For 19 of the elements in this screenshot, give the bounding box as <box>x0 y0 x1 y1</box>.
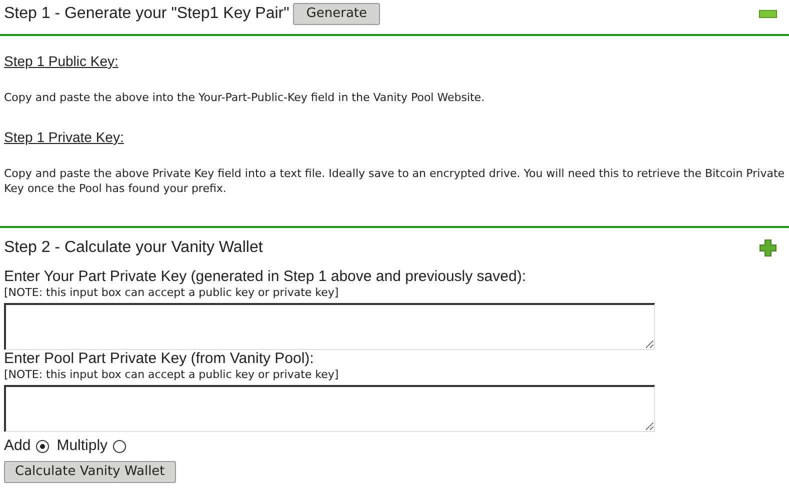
key-input-field[interactable] <box>4 303 655 350</box>
instruction-text: Copy and paste the above into the Your-Part-Public-Key field in the Vanity Pool Website. <box>4 90 486 105</box>
calculate-button[interactable]: Calculate Vanity Wallet <box>4 461 176 483</box>
field-label: Enter Pool Part Private Key (from Vanity Pool): <box>4 350 315 368</box>
option-label: Multiply <box>56 436 108 456</box>
section-title: Step 2 - Calculate your Vanity Wallet <box>4 238 263 258</box>
field-note: [NOTE: this input box can accept a public key or private key] <box>4 368 340 382</box>
radio-button[interactable] <box>112 440 126 452</box>
key-input-field[interactable] <box>4 385 655 432</box>
section-title: Step 1 - Generate your "Step1 Key Pair" <box>4 4 290 24</box>
instruction-text: Copy and paste the above Private Key field into a text file. Ideally save to an encrypted drive. You will need this to retrieve the Bitcoin Private Key once the Pool has found your prefix. <box>4 166 785 196</box>
generate-button[interactable]: Generate <box>293 3 380 25</box>
field-note: [NOTE: this input box can accept a public key or private key] <box>4 286 340 300</box>
radio-button[interactable] <box>36 440 49 452</box>
plus-icon[interactable] <box>759 239 777 257</box>
option-label: Add <box>4 436 31 456</box>
key-heading: Step 1 Private Key: <box>4 128 125 147</box>
key-heading: Step 1 Public Key: <box>4 52 120 71</box>
field-label: Enter Your Part Private Key (generated in Step 1 above and previously saved): <box>4 268 527 286</box>
